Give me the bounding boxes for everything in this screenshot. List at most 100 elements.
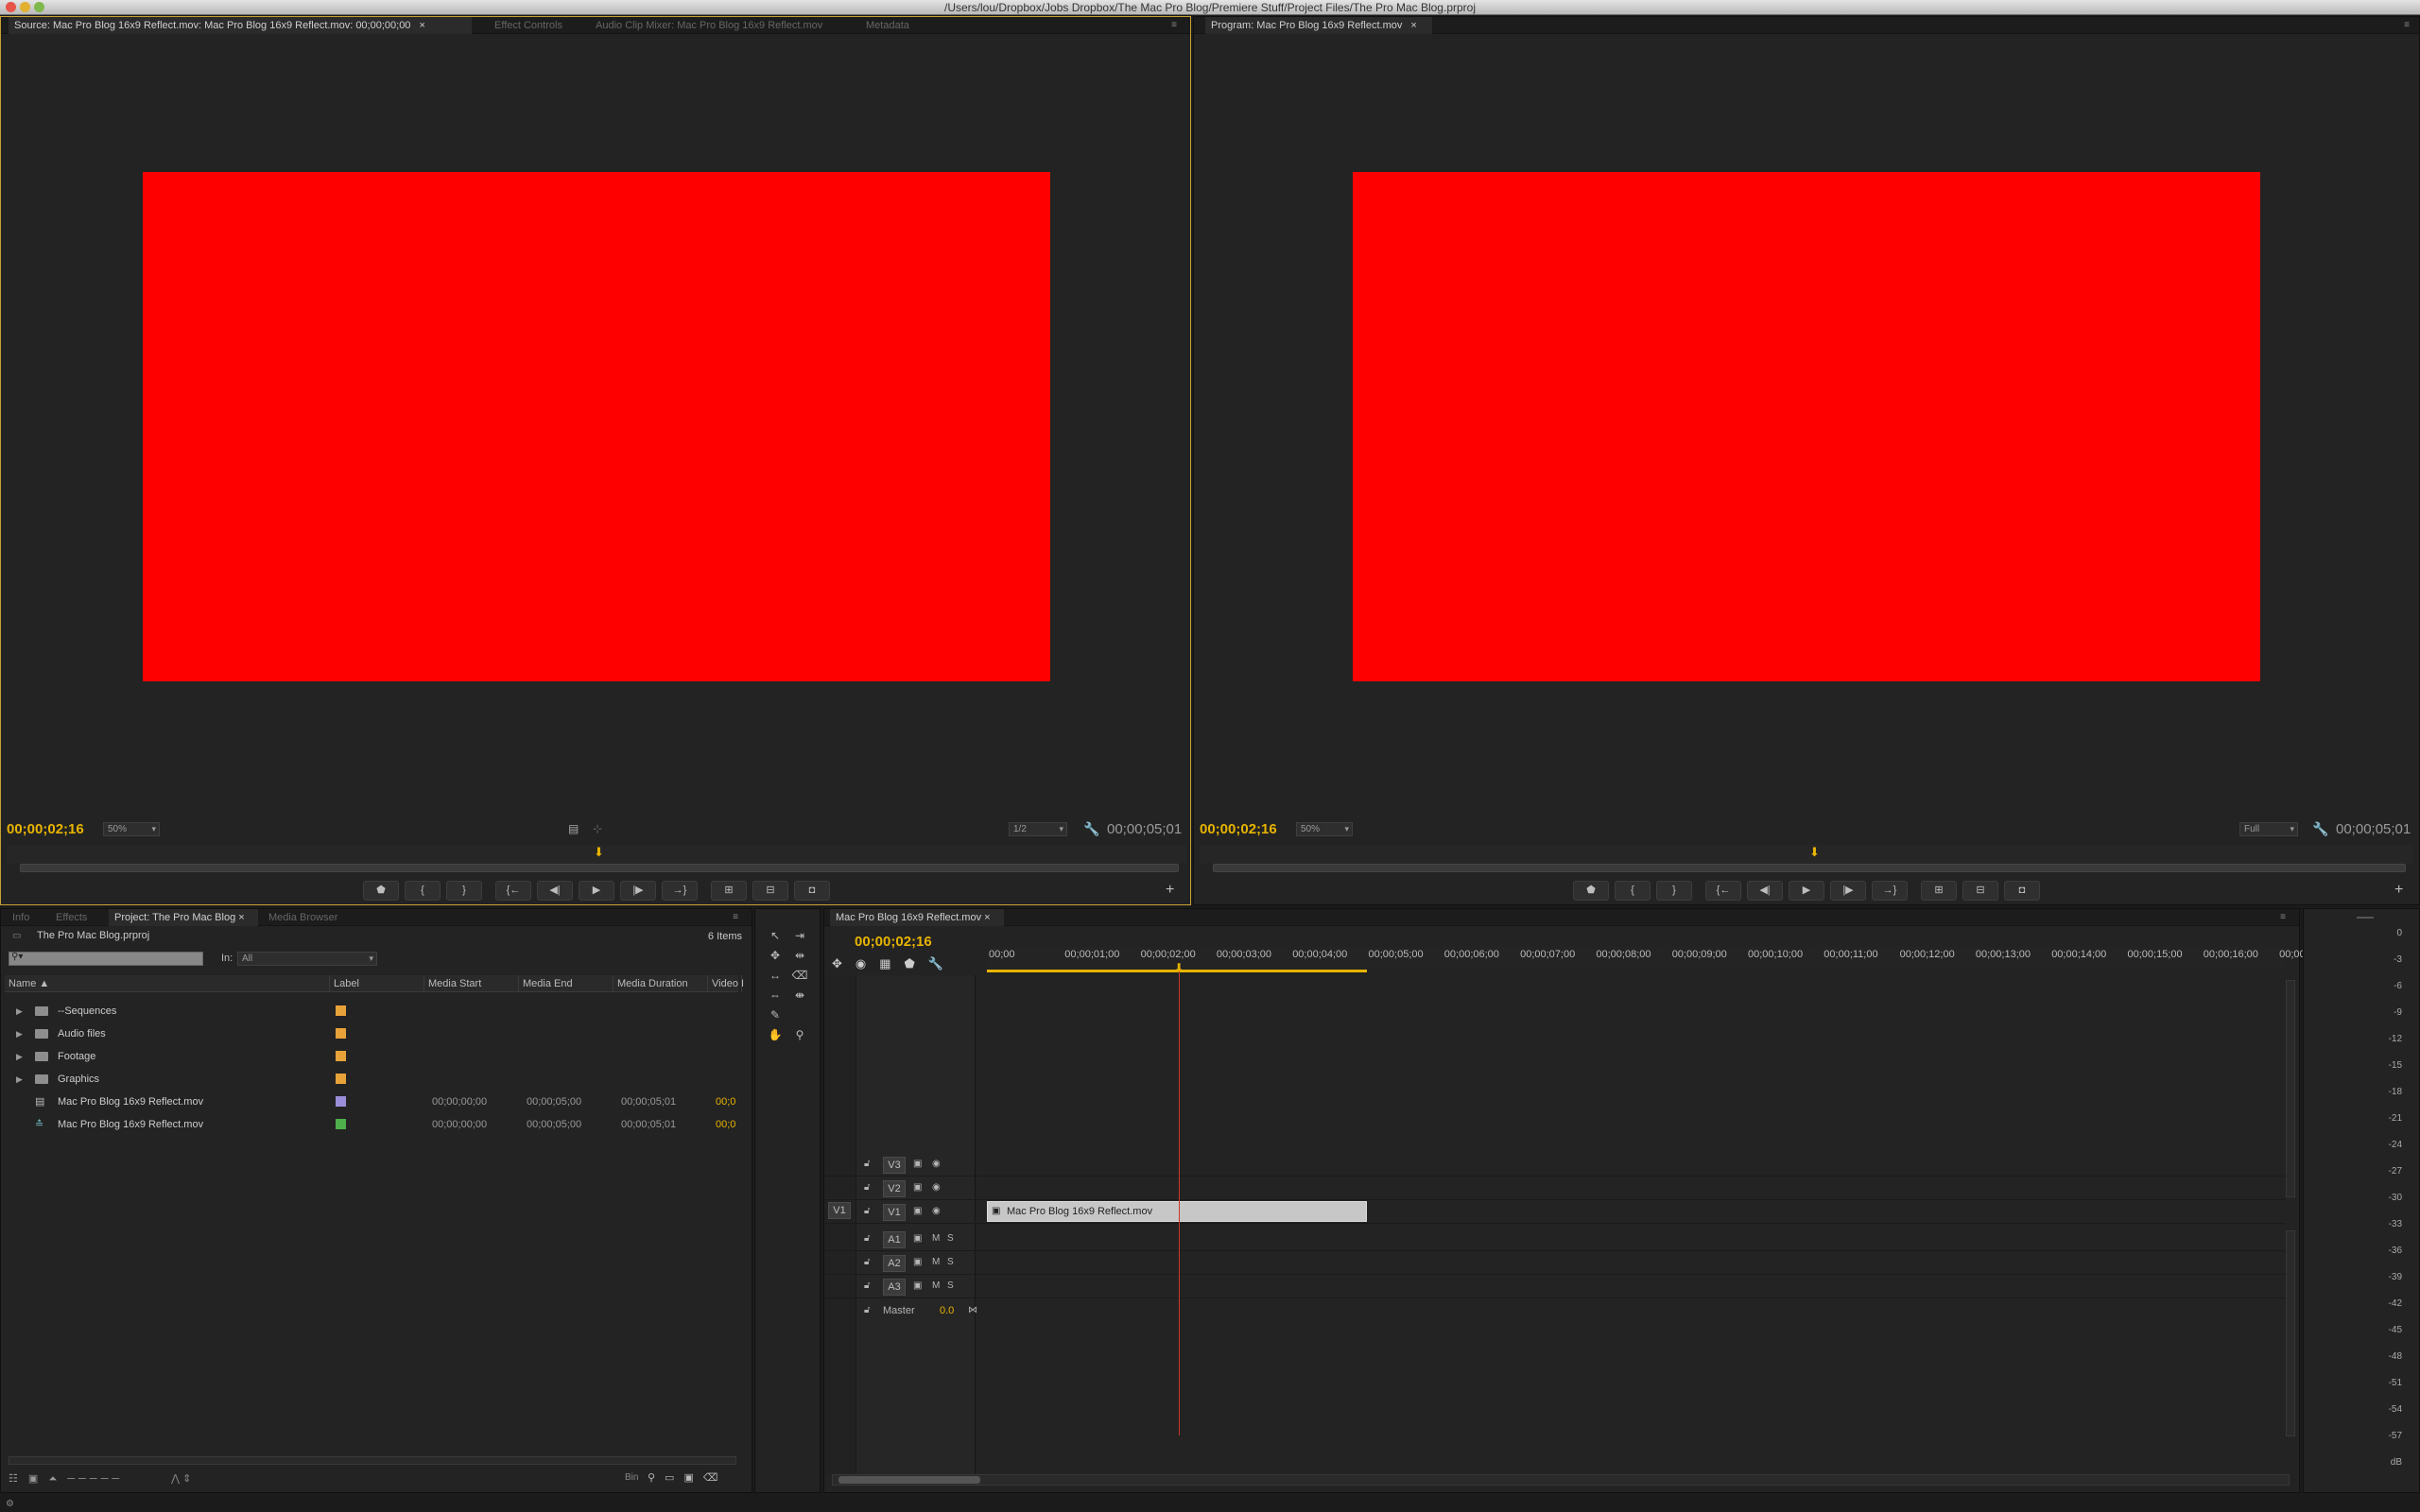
label-color-swatch[interactable] <box>336 1119 346 1129</box>
add-marker-button[interactable]: ⬟ <box>1573 881 1609 901</box>
step-forward-button[interactable]: |▶ <box>620 881 656 901</box>
sync-lock-icon[interactable]: ▣ <box>913 1182 922 1193</box>
program-playhead-icon[interactable]: ⬇ <box>1809 845 1820 860</box>
tab-info[interactable]: Info <box>7 909 35 926</box>
track-target-toggle[interactable]: V3 <box>883 1157 906 1174</box>
track-target-toggle[interactable]: V1 <box>883 1204 906 1221</box>
disclosure-triangle-icon[interactable]: ▶ <box>16 1045 23 1068</box>
mute-button[interactable]: M <box>932 1233 940 1244</box>
project-list-item[interactable]: ▶ Graphics <box>5 1068 738 1091</box>
mark-out-button[interactable]: } <box>446 881 482 901</box>
tab-source[interactable]: Source: Mac Pro Blog 16x9 Reflect.mov: M… <box>9 17 472 34</box>
track-target-toggle[interactable]: A3 <box>883 1279 906 1296</box>
source-playhead-icon[interactable]: ⬇ <box>594 845 604 860</box>
timeline-playhead-icon[interactable]: ⬇ <box>1174 961 1184 974</box>
export-frame-button[interactable]: ◘ <box>2004 881 2040 901</box>
wrench-icon[interactable]: 🔧 <box>2312 821 2328 837</box>
column-name[interactable]: Name ▲ <box>5 975 330 992</box>
label-color-swatch[interactable] <box>336 1074 346 1084</box>
sync-lock-icon[interactable]: ▣ <box>913 1233 922 1244</box>
timeline-video-clip[interactable]: ▣ Mac Pro Blog 16x9 Reflect.mov <box>987 1201 1367 1222</box>
zoom-tool-icon[interactable]: ⚲ <box>789 1025 810 1044</box>
razor-tool-icon[interactable]: ⌫ <box>789 966 810 985</box>
track-target-toggle[interactable]: A1 <box>883 1231 906 1248</box>
project-list-item[interactable]: ▶ --Sequences <box>5 1000 738 1022</box>
eye-icon[interactable]: ◉ <box>932 1159 941 1169</box>
tab-project[interactable]: Project: The Pro Mac Blog × <box>109 909 258 926</box>
label-color-swatch[interactable] <box>336 1005 346 1016</box>
video-track-scrollbar[interactable] <box>2286 980 2295 1197</box>
search-input[interactable] <box>9 952 203 966</box>
pen-tool-icon[interactable]: ✎ <box>765 1005 786 1024</box>
go-to-out-button[interactable]: →} <box>1872 881 1908 901</box>
solo-button[interactable]: S <box>947 1233 954 1244</box>
solo-button[interactable]: S <box>947 1257 954 1267</box>
mark-out-button[interactable]: } <box>1656 881 1692 901</box>
step-forward-button[interactable]: |▶ <box>1830 881 1866 901</box>
project-list-item[interactable]: ▶ Footage <box>5 1045 738 1068</box>
project-list-item[interactable]: ≛ Mac Pro Blog 16x9 Reflect.mov 00;00;00;0… <box>5 1113 738 1136</box>
wrench-icon[interactable]: 🔧 <box>1083 821 1099 837</box>
label-color-swatch[interactable] <box>336 1096 346 1107</box>
master-volume[interactable]: 0.0 <box>940 1305 954 1316</box>
program-playhead-timecode[interactable]: 00;00;02;16 <box>1200 821 1277 837</box>
column-media-start[interactable]: Media Start <box>424 975 519 992</box>
label-color-swatch[interactable] <box>336 1051 346 1061</box>
eye-icon[interactable]: ◉ <box>932 1182 941 1193</box>
lock-icon[interactable]: 🔓︎ <box>864 1257 870 1267</box>
panel-menu-icon[interactable]: ≡ <box>733 912 738 922</box>
play-button[interactable]: ▶ <box>579 881 614 901</box>
program-zoom-scrollbar[interactable] <box>1213 864 2406 872</box>
program-zoom-select[interactable]: 50% <box>1296 822 1353 836</box>
track-select-tool-icon[interactable]: ⇥ <box>789 926 810 945</box>
label-color-swatch[interactable] <box>336 1028 346 1039</box>
go-to-in-button[interactable]: {← <box>495 881 531 901</box>
step-back-button[interactable]: ◀| <box>1747 881 1783 901</box>
tab-sequence[interactable]: Mac Pro Blog 16x9 Reflect.mov × <box>830 909 1004 926</box>
lock-icon[interactable]: 🔓︎ <box>864 1280 870 1291</box>
meter-drag-handle[interactable] <box>2357 917 2374 919</box>
timeline-horizontal-scrollbar[interactable] <box>832 1474 2290 1486</box>
drag-video-icon[interactable]: ⊹ <box>593 822 602 835</box>
column-label[interactable]: Label <box>330 975 424 992</box>
disclosure-triangle-icon[interactable]: ▶ <box>16 1068 23 1091</box>
view-icons[interactable]: ☷ ▣ ⏶ ───── <box>9 1472 123 1486</box>
track-target-toggle[interactable]: A2 <box>883 1255 906 1272</box>
mute-button[interactable]: M <box>932 1257 940 1267</box>
extract-button[interactable]: ⊟ <box>1962 881 1998 901</box>
lock-icon[interactable]: 🔓︎ <box>864 1182 870 1193</box>
column-video-in[interactable]: Video I <box>708 975 744 992</box>
play-button[interactable]: ▶ <box>1789 881 1824 901</box>
source-resolution-select[interactable]: 1/2 <box>1009 822 1067 836</box>
project-list-item[interactable]: ▤ Mac Pro Blog 16x9 Reflect.mov 00;00;00;0… <box>5 1091 738 1113</box>
overwrite-button[interactable]: ⊟ <box>752 881 788 901</box>
sync-lock-icon[interactable]: ▣ <box>913 1159 922 1169</box>
lock-icon[interactable]: 🔓︎ <box>864 1305 870 1315</box>
tab-metadata[interactable]: Metadata <box>860 17 915 34</box>
program-resolution-select[interactable]: Full <box>2239 822 2298 836</box>
slip-tool-icon[interactable]: ⇔ <box>765 986 786 1005</box>
ripple-edit-tool-icon[interactable]: ✥ <box>765 946 786 965</box>
lock-icon[interactable]: 🔓︎ <box>864 1233 870 1244</box>
rate-stretch-tool-icon[interactable]: ↔ <box>765 966 786 985</box>
lock-icon[interactable]: 🔓︎ <box>864 1159 870 1169</box>
timeline-scroll-thumb[interactable] <box>838 1476 980 1484</box>
hand-tool-icon[interactable]: ✋ <box>765 1025 786 1044</box>
disclosure-triangle-icon[interactable]: ▶ <box>16 1022 23 1045</box>
timeline-timecode[interactable]: 00;00;02;16 <box>855 934 932 950</box>
export-frame-button[interactable]: ◘ <box>794 881 830 901</box>
timeline-playhead[interactable] <box>1179 968 1181 1435</box>
project-footer-icons[interactable]: ⚲▭▣⌫ <box>648 1471 727 1484</box>
sort-icons[interactable]: ⋀ ⇕ <box>171 1472 191 1485</box>
tab-audio-clip-mixer[interactable]: Audio Clip Mixer: Mac Pro Blog 16x9 Refl… <box>590 17 828 34</box>
audio-track-scrollbar[interactable] <box>2286 1230 2295 1436</box>
tab-effects[interactable]: Effects <box>50 909 93 926</box>
button-editor-icon[interactable]: + <box>1166 882 1174 899</box>
add-marker-button[interactable]: ⬟ <box>363 881 399 901</box>
solo-button[interactable]: S <box>947 1280 954 1291</box>
source-zoom-scrollbar[interactable] <box>20 864 1179 872</box>
timeline-toggle-icons[interactable]: ✥◉▦⬟🔧 <box>832 956 957 971</box>
source-playhead-timecode[interactable]: 00;00;02;16 <box>7 821 84 837</box>
column-media-duration[interactable]: Media Duration <box>614 975 708 992</box>
disclosure-triangle-icon[interactable]: ▶ <box>16 1000 23 1022</box>
